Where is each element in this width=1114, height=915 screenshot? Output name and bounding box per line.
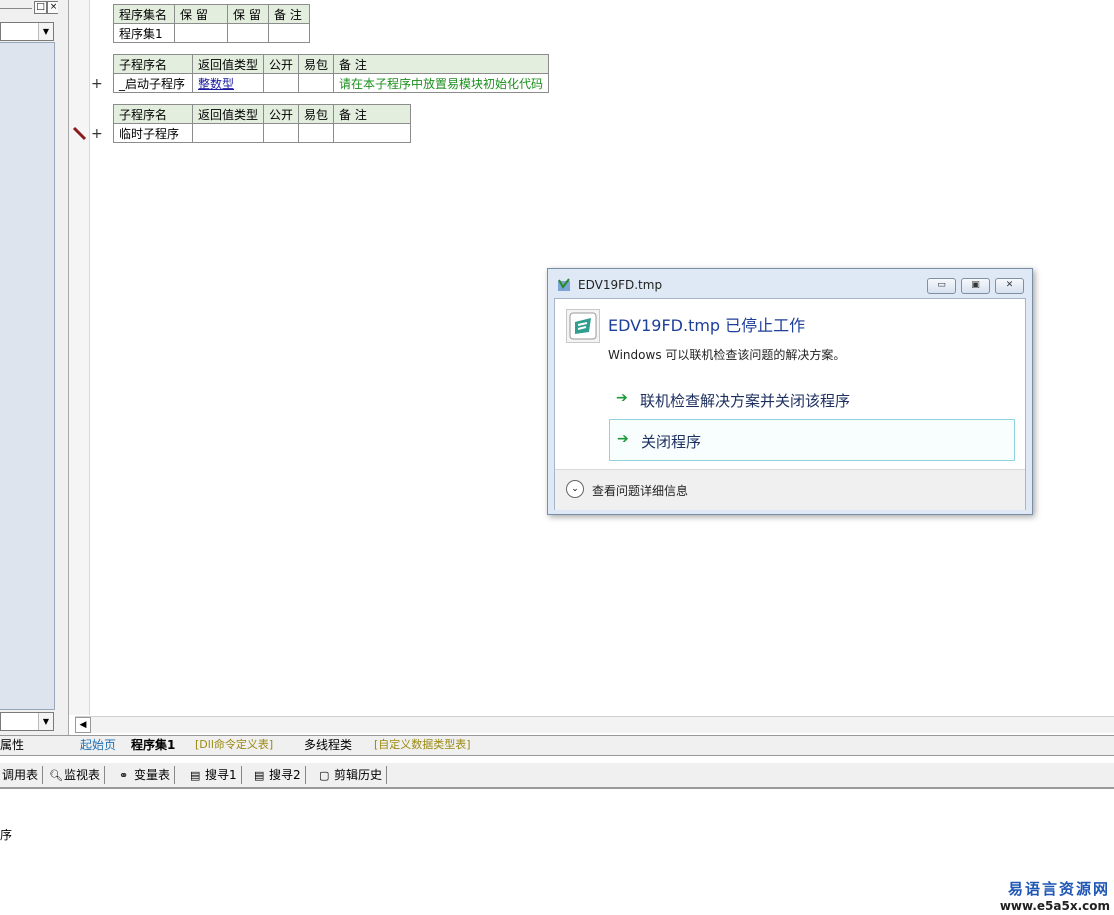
variable-table-label: 变量表 [134, 768, 171, 782]
header-cell: 返回值类型 [191, 104, 265, 124]
arrow-right-icon: ➔ [617, 431, 629, 447]
arrow-right-icon: ➔ [616, 390, 628, 406]
header-cell: 程序集名 [113, 4, 175, 24]
project-tree[interactable] [0, 42, 55, 710]
tab-dll-commands[interactable]: [Dll命令定义表] [189, 736, 279, 754]
table-cell[interactable] [174, 23, 228, 43]
tab-assembly1[interactable]: 程序集1 [125, 736, 181, 754]
error-dialog: EDV19FD.tmp ▭ ▣ ✕ EDV19FD.tmp 已停止工作 Wind… [547, 268, 1033, 515]
return-type-cell[interactable]: 整数型 [191, 73, 265, 93]
table-cell[interactable] [263, 73, 300, 93]
subprogram-table-2: 子程序名 返回值类型 公开 易包 备 注 临时子程序 [113, 104, 412, 143]
table-cell[interactable] [333, 123, 412, 143]
header-cell: 备 注 [268, 4, 310, 24]
assembly-name-cell[interactable]: 程序集1 [113, 23, 175, 43]
output-text: 序 [0, 828, 13, 842]
subprogram-name-cell[interactable]: _启动子程序 [113, 73, 193, 93]
tab-custom-datatypes[interactable]: [自定义数据类型表] [368, 736, 477, 754]
remark-cell[interactable]: 请在本子程序中放置易模块初始化代码 [333, 73, 550, 93]
program-icon [566, 309, 600, 343]
table-cell[interactable] [191, 123, 265, 143]
call-table-button[interactable]: 调用表 [2, 766, 44, 784]
watermark: 易语言资源网 www.e5a5x.com [998, 878, 1110, 913]
close-icon[interactable]: ✕ [995, 278, 1024, 294]
header-cell: 公开 [263, 54, 300, 74]
clipboard-icon: ▢ [319, 769, 330, 782]
tab-properties[interactable]: 属性 [0, 736, 30, 754]
dialog-heading: EDV19FD.tmp 已停止工作 [608, 316, 806, 335]
assembly-table: 程序集名 保 留 保 留 备 注 程序集1 [113, 4, 310, 43]
header-cell: 易包 [298, 54, 335, 74]
table-cell[interactable] [268, 23, 310, 43]
header-cell: 公开 [263, 104, 300, 124]
table-cell[interactable] [298, 73, 335, 93]
close-program-button[interactable]: ➔ 关闭程序 [609, 419, 1015, 461]
search-list-icon: ▤ [254, 769, 265, 782]
panel-combo-top[interactable]: ▼ [0, 22, 54, 41]
table-cell[interactable] [298, 123, 335, 143]
panel-combo-bottom[interactable]: ▼ [0, 712, 54, 731]
panel-splitter[interactable] [58, 0, 69, 735]
search-list-icon: ▤ [190, 769, 201, 782]
search2-label: 搜寻2 [269, 768, 301, 782]
call-table-label: 调用表 [2, 768, 39, 782]
subprogram-table-1: 子程序名 返回值类型 公开 易包 备 注 _启动子程序 整数型 请在本子程序中放… [113, 54, 550, 93]
horizontal-scrollbar[interactable]: ◀ [75, 716, 1114, 733]
dialog-footer: ⌄ 查看问题详细信息 [555, 469, 1025, 510]
clip-history-label: 剪辑历史 [334, 768, 383, 782]
variable-table-button[interactable]: ⚭ 变量表 [119, 766, 176, 784]
tab-start-page[interactable]: 起始页 [74, 736, 122, 754]
subprogram-name-cell[interactable]: 临时子程序 [113, 123, 193, 143]
maximize-icon[interactable]: ▣ [961, 278, 990, 294]
search1-button[interactable]: ▤ 搜寻1 [190, 766, 242, 784]
chevron-down-icon[interactable]: ⌄ [566, 480, 584, 498]
scroll-left-icon[interactable]: ◀ [75, 717, 91, 733]
expand-plus-icon[interactable]: + [91, 126, 103, 142]
search1-label: 搜寻1 [205, 768, 237, 782]
close-program-label: 关闭程序 [641, 433, 702, 451]
dialog-title: EDV19FD.tmp [578, 278, 663, 292]
tab-multithread-class[interactable]: 多线程类 [298, 736, 358, 754]
view-details-link[interactable]: 查看问题详细信息 [592, 482, 688, 499]
dialog-body: EDV19FD.tmp 已停止工作 Windows 可以联机检查该问题的解决方案… [554, 298, 1026, 510]
restore-panel-button[interactable]: □ [34, 1, 47, 14]
clip-history-button[interactable]: ▢ 剪辑历史 [319, 766, 388, 784]
header-cell: 备 注 [333, 54, 550, 74]
dialog-description: Windows 可以联机检查该问题的解决方案。 [608, 348, 846, 362]
check-online-label: 联机检查解决方案并关闭该程序 [640, 392, 851, 410]
tab-bar: 属性 起始页 程序集1 [Dll命令定义表] 多线程类 [自定义数据类型表] [0, 735, 1114, 756]
header-cell: 备 注 [333, 104, 412, 124]
pencil-icon [72, 126, 87, 141]
chevron-down-icon[interactable]: ▼ [38, 23, 53, 40]
watermark-url: www.e5a5x.com [999, 899, 1110, 913]
editor-gutter [69, 0, 90, 715]
magnifier-icon: 🔍︎ [49, 769, 63, 782]
watch-table-button[interactable]: 🔍︎监视表 [49, 766, 106, 784]
table-cell[interactable] [227, 23, 269, 43]
header-cell: 子程序名 [113, 54, 193, 74]
app-icon [558, 278, 570, 291]
watch-table-label: 监视表 [64, 768, 101, 782]
panel-title-line [0, 8, 32, 9]
variables-icon: ⚭ [119, 769, 129, 782]
header-cell: 保 留 [174, 4, 228, 24]
expand-plus-icon[interactable]: + [91, 76, 103, 92]
header-cell: 保 留 [227, 4, 269, 24]
minimize-icon[interactable]: ▭ [927, 278, 956, 294]
table-cell[interactable] [263, 123, 300, 143]
search2-button[interactable]: ▤ 搜寻2 [254, 766, 306, 784]
bottom-toolbar: 调用表 🔍︎监视表 ⚭ 变量表 ▤ 搜寻1 ▤ 搜寻2 ▢ 剪辑历史 [0, 763, 1114, 789]
header-cell: 子程序名 [113, 104, 193, 124]
header-cell: 易包 [298, 104, 335, 124]
chevron-down-icon[interactable]: ▼ [38, 713, 53, 730]
header-cell: 返回值类型 [191, 54, 265, 74]
check-online-button[interactable]: ➔ 联机检查解决方案并关闭该程序 [609, 379, 1013, 419]
watermark-title: 易语言资源网 [1007, 880, 1110, 898]
